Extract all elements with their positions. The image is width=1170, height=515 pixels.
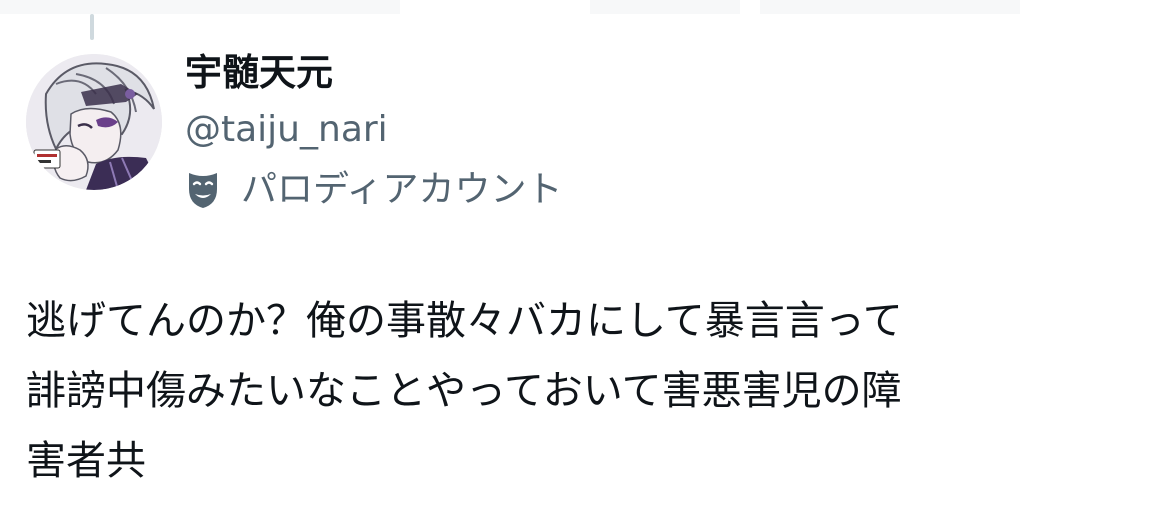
tweet-text-line: 誹謗中傷みたいなことやっておいて害悪害児の障	[26, 368, 902, 414]
avatar[interactable]	[26, 54, 162, 190]
top-edge-bar	[0, 0, 1170, 16]
tweet-header: 宇髄天元 @taiju_nari パロディアカウント	[185, 46, 562, 216]
user-handle[interactable]: @taiju_nari	[185, 104, 562, 156]
display-name[interactable]: 宇髄天元	[185, 46, 562, 100]
parody-account-label: パロディアカウント	[241, 169, 563, 210]
tweet-text: 逃げてんのか？俺の事散々バカにして暴言言って 誹謗中傷みたいなことやっておいて害…	[26, 286, 1146, 496]
thread-connector-line	[90, 14, 94, 40]
tweet-text-line: 害者共	[26, 438, 146, 484]
anime-character-avatar-icon	[26, 54, 162, 190]
theater-mask-icon	[189, 173, 217, 208]
tweet-text-line: 逃げてんのか？俺の事散々バカにして暴言言って	[26, 298, 903, 344]
parody-account-label-row: パロディアカウント	[185, 164, 562, 216]
